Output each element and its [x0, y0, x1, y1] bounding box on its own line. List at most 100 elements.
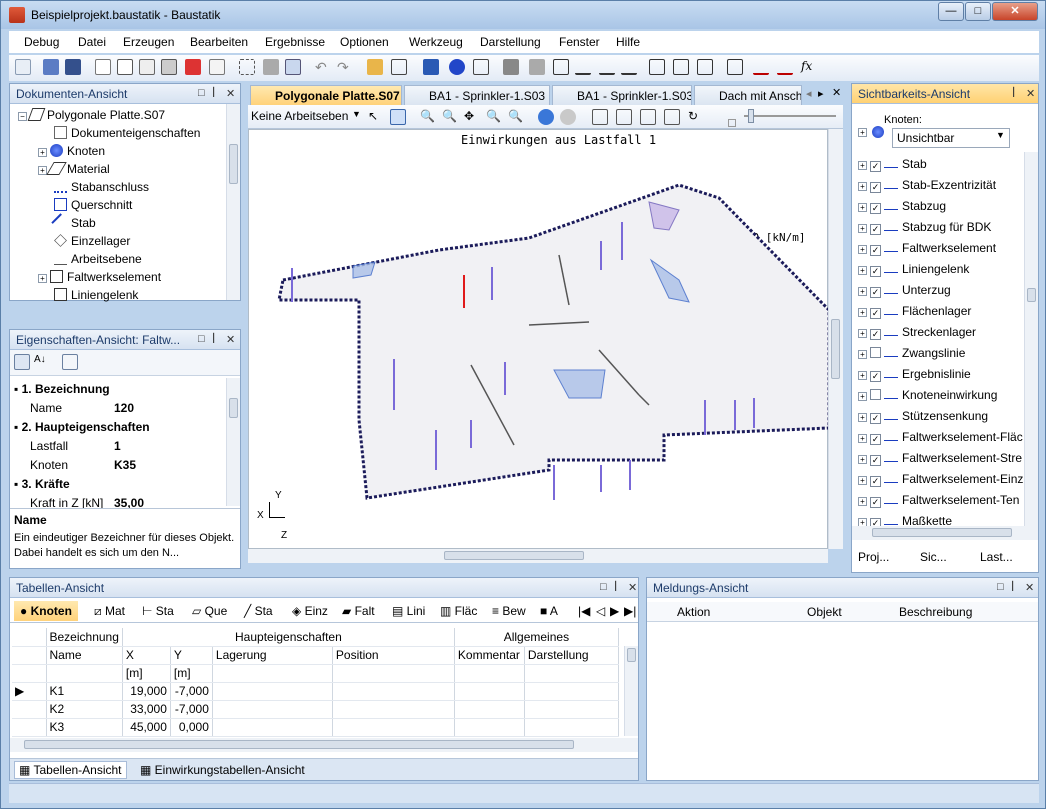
node-icon[interactable] — [449, 59, 465, 75]
zoom-out-icon[interactable]: 🔍 — [508, 109, 524, 125]
new-icon[interactable] — [15, 59, 31, 75]
col-darstellung[interactable]: Darstellung — [524, 646, 619, 665]
formula-icon[interactable]: fx — [801, 59, 817, 75]
document-tree-scrollbar[interactable] — [226, 104, 240, 300]
visibility-item[interactable]: + ✓ Stabzug für BDK — [858, 219, 991, 235]
table-tab-a[interactable]: ■ A — [538, 601, 560, 621]
pointer-icon[interactable]: ↖ — [368, 109, 384, 125]
pin-icon[interactable]: ꟾ — [212, 333, 215, 346]
pin-icon[interactable]: ꟾ — [1011, 581, 1014, 594]
categorized-icon[interactable] — [14, 354, 30, 370]
table-tab-mat[interactable]: ⧄ Mat — [92, 601, 127, 621]
collapse-icon[interactable]: ▪ — [14, 382, 18, 396]
expand-icon[interactable]: + — [858, 245, 867, 254]
minimize-button[interactable]: — — [938, 2, 964, 21]
close-panel-icon[interactable]: ✕ — [226, 333, 235, 346]
building-icon[interactable] — [649, 59, 665, 75]
expand-icon[interactable]: + — [858, 392, 867, 401]
tree-item-stab[interactable]: Stab — [71, 216, 96, 230]
copy-icon[interactable] — [285, 59, 301, 75]
expand-icon[interactable]: + — [858, 476, 867, 485]
tree-item-stabanschluss[interactable]: Stabanschluss — [71, 180, 149, 194]
table-tab-knoten[interactable]: ● Knoten — [14, 601, 78, 621]
document-icon[interactable] — [95, 59, 111, 75]
visibility-item[interactable]: + ✓ Faltwerkselement-Einz — [858, 471, 1023, 487]
menu-datei[interactable]: Datei — [78, 35, 106, 49]
visibility-checkbox[interactable]: ✓ — [870, 329, 881, 340]
collapse-icon[interactable]: − — [18, 112, 27, 121]
pdf-icon[interactable] — [185, 59, 201, 75]
tree-item-knoten[interactable]: Knoten — [67, 144, 105, 158]
pin-icon[interactable]: ꟾ — [1012, 87, 1015, 100]
prop-knoten-value[interactable]: K35 — [114, 458, 136, 472]
visibility-checkbox[interactable]: ✓ — [870, 413, 881, 424]
expand-icon[interactable]: + — [858, 455, 867, 464]
zoom-slider-thumb[interactable] — [748, 109, 754, 123]
tab-scroll-right-icon[interactable]: ▸ — [818, 87, 824, 100]
close-panel-icon[interactable]: ✕ — [628, 581, 637, 594]
expand-icon[interactable]: + — [858, 182, 867, 191]
table-row[interactable]: ▶ K1 19,000 -7,000 — [12, 682, 619, 701]
visibility-checkbox[interactable]: ✓ — [870, 287, 881, 298]
tab-close-icon[interactable]: ✕ — [832, 86, 841, 99]
visibility-item[interactable]: + ✓ Ergebnislinie — [858, 366, 971, 382]
visibility-item[interactable]: + ✓ Liniengelenk — [858, 261, 969, 277]
visibility-item[interactable]: + ✓ Stabzug — [858, 198, 946, 214]
zoom-in-icon[interactable]: 🔍 — [486, 109, 502, 125]
col-aktion[interactable]: Aktion — [677, 605, 710, 619]
print-icon[interactable] — [161, 59, 177, 75]
visibility-checkbox[interactable] — [870, 389, 881, 400]
visibility-item[interactable]: + ✓ Stab — [858, 156, 927, 172]
view-front-icon[interactable] — [616, 109, 632, 125]
redo-icon[interactable]: ↷ — [337, 59, 353, 75]
zoom-icon[interactable]: 🔍 — [442, 109, 458, 125]
visibility-checkbox[interactable]: ✓ — [870, 497, 881, 508]
tool-icon[interactable] — [727, 59, 743, 75]
zoom-slider[interactable] — [744, 115, 836, 117]
view-top-icon[interactable] — [664, 109, 680, 125]
menu-hilfe[interactable]: Hilfe — [616, 35, 640, 49]
undo-icon[interactable]: ↶ — [315, 59, 331, 75]
table-tab-lini[interactable]: ▤ Lini — [390, 601, 427, 621]
building3-icon[interactable] — [697, 59, 713, 75]
visibility-item[interactable]: + Knoteneinwirkung — [858, 387, 997, 402]
table-last-icon[interactable]: ▶| — [622, 601, 638, 621]
tab-polygonale-platte[interactable]: Polygonale Platte.S07 — [250, 85, 402, 105]
tree-item-dokumenteigenschaften[interactable]: Dokumenteigenschaften — [71, 126, 200, 140]
visibility-item[interactable]: + ✓ Faltwerkselement — [858, 240, 996, 256]
visibility-item[interactable]: + ✓ Stützensenkung — [858, 408, 988, 424]
tab-dach[interactable]: Dach mit Ansch — [694, 85, 802, 105]
expand-icon[interactable]: + — [38, 148, 47, 157]
expand-icon[interactable]: + — [858, 224, 867, 233]
visibility-checkbox[interactable]: ✓ — [870, 455, 881, 466]
tree-item-arbeitsebene[interactable]: Arbeitsebene — [71, 252, 142, 266]
tree-item-querschnitt[interactable]: Querschnitt — [71, 198, 132, 212]
expand-icon[interactable]: + — [858, 161, 867, 170]
menu-bearbeiten[interactable]: Bearbeiten — [190, 35, 248, 49]
close-button[interactable]: ✕ — [992, 2, 1038, 21]
dropdown-icon[interactable]: □ — [198, 87, 205, 99]
select-rotate-icon[interactable] — [390, 109, 406, 125]
visibility-scrollbar[interactable] — [1024, 152, 1038, 526]
sort-az-icon[interactable]: A↓ — [34, 354, 50, 370]
visibility-hscrollbar[interactable] — [852, 526, 1038, 540]
refresh-icon[interactable]: ↻ — [688, 109, 704, 125]
visibility-checkbox[interactable]: ✓ — [870, 371, 881, 382]
table-row[interactable]: K3 45,000 0,000 — [12, 718, 619, 737]
table-next-icon[interactable]: ▶ — [608, 601, 621, 621]
canvas-vscrollbar[interactable] — [828, 129, 843, 549]
tree-item-faltwerkselement[interactable]: Faltwerkselement — [67, 270, 161, 284]
table-tab-einz[interactable]: ◈ Einz — [290, 601, 330, 621]
visibility-bottom-tab-sichtbarkeit[interactable]: Sic... — [918, 550, 949, 564]
load-icon[interactable] — [503, 59, 519, 75]
support-icon[interactable] — [473, 59, 489, 75]
bottom-tab-einwirkungstabellen[interactable]: ▦ Einwirkungstabellen-Ansicht — [136, 762, 309, 778]
table-row[interactable]: K2 33,000 -7,000 — [12, 700, 619, 719]
save-icon[interactable] — [65, 59, 81, 75]
viewport-canvas[interactable]: Einwirkungen aus Lastfall 1 25,00 / 35,0… — [248, 129, 829, 549]
table-hscrollbar[interactable] — [10, 738, 638, 752]
bottom-tab-tabellen[interactable]: ▦ Tabellen-Ansicht — [14, 761, 127, 779]
table-tab-sta2[interactable]: ╱ Sta — [242, 601, 275, 621]
tab-sprinkler-2[interactable]: BA1 - Sprinkler-1.S03 — [552, 85, 692, 105]
visibility-item[interactable]: + ✓ Streckenlager — [858, 324, 976, 340]
